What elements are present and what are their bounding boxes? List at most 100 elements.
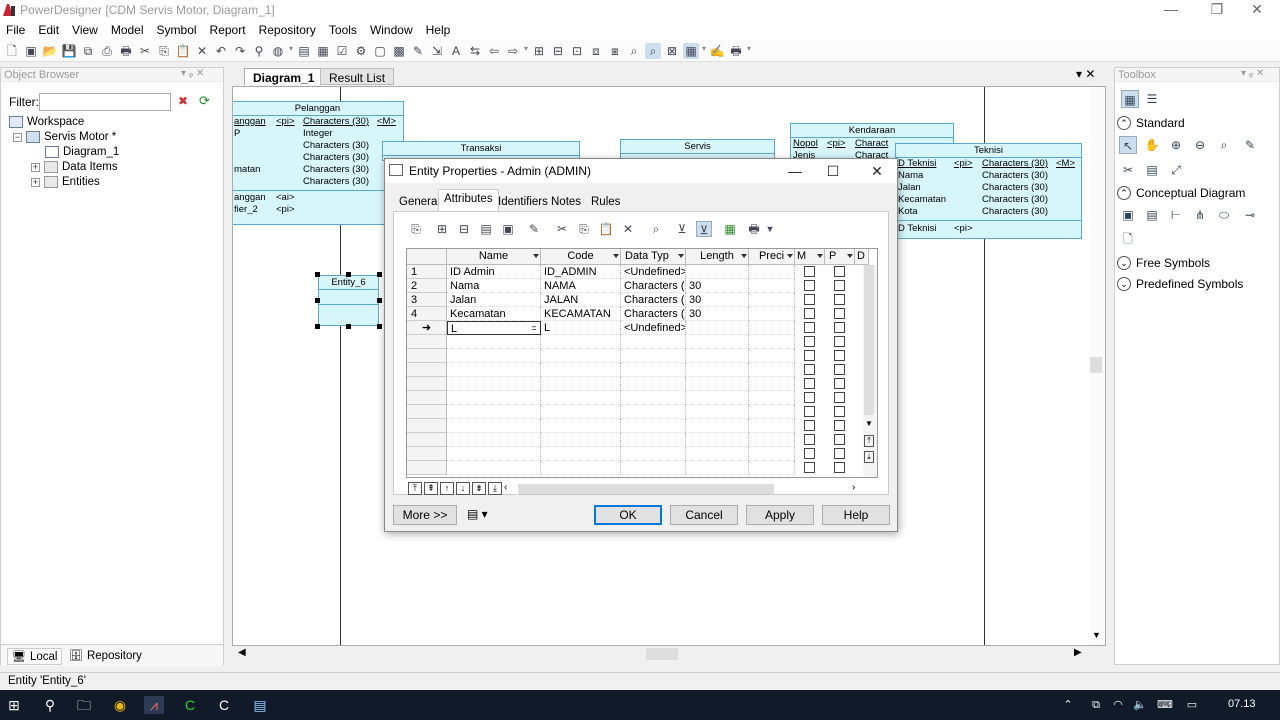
paste-icon[interactable]: 📋 (598, 221, 614, 237)
tab-repository[interactable]: 🗄 Repository (65, 648, 146, 663)
relationship-icon[interactable]: ⊢ (1167, 206, 1185, 224)
cell-datatype[interactable]: Characters (3 (621, 293, 686, 307)
pointer-icon[interactable]: ↖ (1119, 136, 1137, 154)
scroll-left-icon[interactable]: ‹ (504, 482, 507, 493)
delete-tool-icon[interactable]: ✂ (1119, 161, 1137, 179)
paste-icon[interactable]: 📋 (175, 43, 191, 59)
move-bottom-icon[interactable]: ⤓ (488, 482, 502, 495)
mandatory-checkbox[interactable] (804, 322, 815, 333)
properties-icon[interactable]: ▢ (372, 43, 388, 59)
powerdesigner-task-icon[interactable]: ⩘ (144, 696, 164, 714)
cell-code[interactable]: NAMA (541, 279, 621, 293)
align-icon[interactable]: ⇆ (467, 43, 483, 59)
zoom-previous-icon[interactable]: ⧆ (607, 43, 623, 59)
cell-length[interactable] (686, 335, 749, 349)
cell-datatype[interactable] (621, 461, 686, 475)
row-header[interactable]: 3 (407, 293, 447, 307)
entity-teknisi[interactable]: Teknisi D Teknisi <pi> Characters (30) <… (895, 143, 1082, 239)
cell-datatype[interactable] (621, 335, 686, 349)
zoom-fit-icon[interactable]: ⧈ (588, 43, 604, 59)
cell-datatype[interactable] (621, 363, 686, 377)
cell-code[interactable]: JALAN (541, 293, 621, 307)
help-button[interactable]: Help (822, 505, 890, 525)
tab-attributes[interactable]: Attributes (438, 189, 499, 212)
cell-name[interactable] (447, 419, 541, 433)
col-header-datatype[interactable]: Data Typ (621, 249, 686, 265)
cell-length[interactable] (686, 391, 749, 405)
save-all-icon[interactable]: ⧉ (80, 43, 96, 59)
search-icon[interactable]: ⚲ (40, 696, 60, 714)
cut-icon[interactable]: ✂ (137, 43, 153, 59)
canvas-vertical-scrollbar[interactable]: ▼ (1090, 87, 1105, 645)
section-conceptual[interactable]: ⌃ Conceptual Diagram (1117, 186, 1245, 200)
copy-icon[interactable]: ⎘ (156, 43, 172, 59)
cell-name[interactable] (447, 377, 541, 391)
selection-handle[interactable] (346, 324, 351, 329)
dropdown-icon[interactable]: ▼ (762, 221, 778, 237)
list-view-icon[interactable]: ☰ (1143, 90, 1161, 108)
row-header[interactable] (407, 363, 447, 377)
open-icon[interactable]: 📂 (42, 43, 58, 59)
section-predefined-symbols[interactable]: ⌄ Predefined Symbols (1117, 277, 1243, 291)
filter-input[interactable] (39, 93, 171, 111)
cell-length[interactable] (686, 419, 749, 433)
col-header-name[interactable]: Name (447, 249, 541, 265)
mandatory-checkbox[interactable] (804, 280, 815, 291)
save-icon[interactable]: 💾 (61, 43, 77, 59)
filter-active-icon[interactable]: ⊻ (696, 221, 712, 237)
col-header-precision[interactable]: Preci (749, 249, 795, 265)
reuse-data-item-icon[interactable]: ▣ (500, 221, 516, 237)
mandatory-checkbox[interactable] (804, 392, 815, 403)
selection-handle[interactable] (377, 272, 382, 277)
move-down-page-icon[interactable]: ⇟ (472, 482, 486, 495)
inheritance-icon[interactable]: ⋔ (1191, 206, 1209, 224)
export-excel-icon[interactable]: ▦ (722, 221, 738, 237)
clock[interactable]: 07.13 (1228, 698, 1256, 710)
text-icon[interactable]: A (448, 43, 464, 59)
selection-handle[interactable] (315, 272, 320, 277)
cell-precision[interactable] (749, 279, 795, 293)
cell-name[interactable] (447, 433, 541, 447)
volume-icon[interactable]: 🔈 (1130, 696, 1150, 714)
zoom-out-box-icon[interactable]: ⊟ (550, 43, 566, 59)
canvas-horizontal-scrollbar[interactable]: ◀ ▶ (232, 646, 1106, 662)
mandatory-checkbox[interactable] (804, 462, 815, 473)
cell-datatype[interactable] (621, 419, 686, 433)
tree-data-items[interactable]: + Data Items (31, 161, 118, 173)
cell-precision[interactable] (749, 265, 795, 279)
cell-datatype[interactable] (621, 405, 686, 419)
scroll-top-icon[interactable]: ⤒ (864, 435, 874, 447)
camtasia-icon[interactable]: C (180, 696, 200, 714)
col-header-code[interactable]: Code (541, 249, 621, 265)
cell-name[interactable] (447, 349, 541, 363)
generate-icon[interactable]: ⚙ (353, 43, 369, 59)
scroll-left-icon[interactable]: ◀ (238, 647, 246, 658)
tab-result-list[interactable]: Result List (320, 68, 395, 85)
cut-icon[interactable]: ✂ (554, 221, 570, 237)
cell-precision[interactable] (749, 321, 795, 335)
primary-checkbox[interactable] (834, 378, 845, 389)
menu-report[interactable]: Report (204, 20, 253, 40)
find-icon[interactable]: ⚲ (251, 43, 267, 59)
windows-start-icon[interactable]: ⊞ (4, 696, 24, 714)
mandatory-checkbox[interactable] (804, 378, 815, 389)
model-icon[interactable]: ▤ (296, 43, 312, 59)
selection-handle[interactable] (377, 324, 382, 329)
selection-handle[interactable] (346, 272, 351, 277)
tab-diagram-1[interactable]: Diagram_1 (244, 68, 324, 85)
properties-tool-icon[interactable]: ✎ (1241, 136, 1259, 154)
row-header[interactable]: 4 (407, 307, 447, 321)
cell-code[interactable]: ID_ADMIN (541, 265, 621, 279)
clear-filter-icon[interactable]: ✖ (178, 94, 188, 108)
app-c-icon[interactable]: C (214, 696, 234, 714)
cell-datatype[interactable] (621, 391, 686, 405)
arrow-left-icon[interactable]: ⇦ (486, 43, 502, 59)
print-preview-icon[interactable]: ⎙ (99, 43, 115, 59)
cell-datatype[interactable]: Characters (3 (621, 279, 686, 293)
dialog-maximize-icon[interactable]: ☐ (823, 161, 843, 181)
row-header[interactable] (407, 391, 447, 405)
row-header[interactable]: 2 (407, 279, 447, 293)
col-header-displayed[interactable]: D (855, 249, 869, 265)
menu-view[interactable]: View (66, 20, 105, 40)
minimize-icon[interactable]: — (1148, 0, 1194, 20)
